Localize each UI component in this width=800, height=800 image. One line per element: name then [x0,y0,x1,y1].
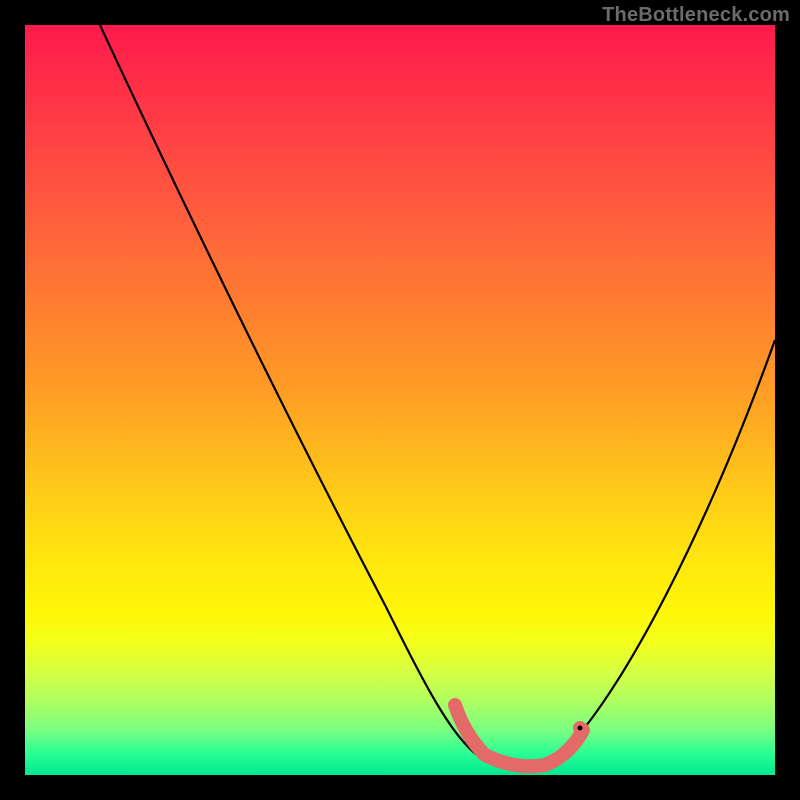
chart-svg [25,25,775,775]
bottleneck-curve [100,25,775,765]
watermark-text: TheBottleneck.com [602,4,790,27]
chart-plot-area [25,25,775,775]
chart-stage: TheBottleneck.com [0,0,800,800]
optimal-range-highlight [455,705,583,766]
optimal-point-dot [578,726,583,731]
